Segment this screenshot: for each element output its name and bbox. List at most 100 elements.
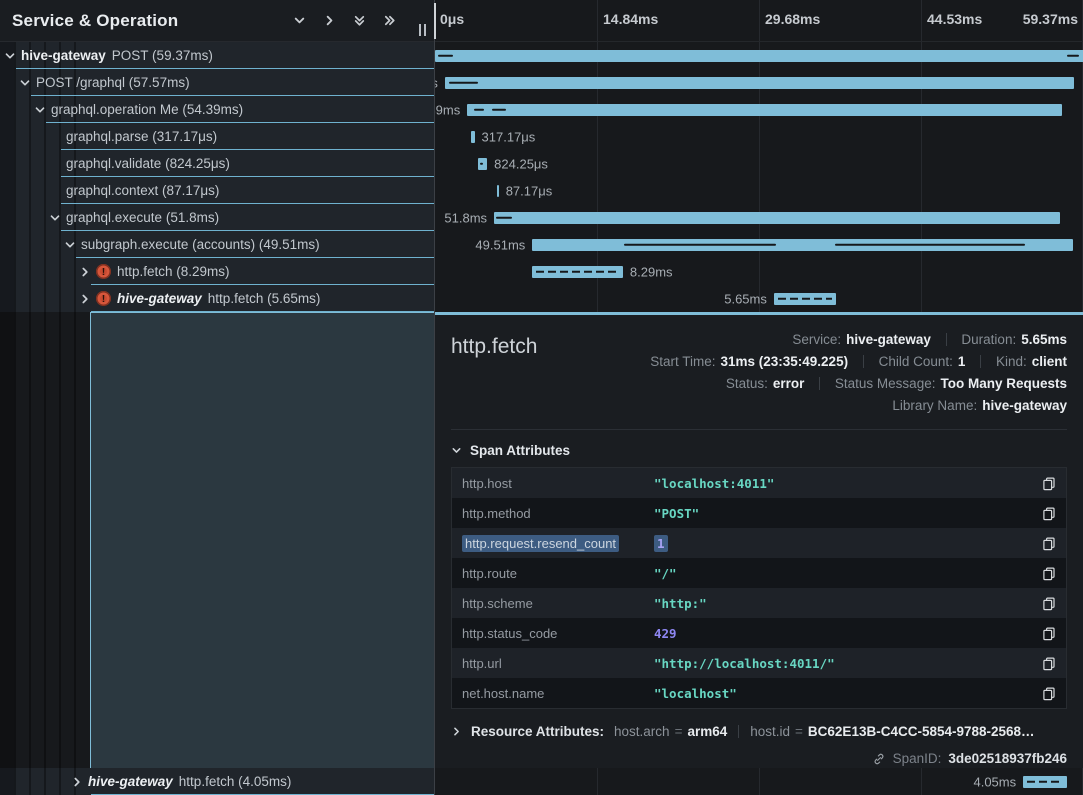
tree-row-selected[interactable]: ! hive-gateway http.fetch (5.65ms) bbox=[0, 285, 434, 312]
span-bar[interactable] bbox=[478, 158, 487, 170]
service-name: hive-gateway bbox=[21, 48, 106, 63]
panel-splitter[interactable] bbox=[434, 3, 436, 39]
timeline-row: 8.29ms bbox=[435, 258, 1083, 285]
meta-line: Service:hive-gateway Duration:5.65ms bbox=[537, 329, 1067, 351]
span-bar[interactable] bbox=[497, 185, 499, 197]
attribute-key: http.scheme bbox=[462, 596, 654, 611]
timeline-row bbox=[435, 42, 1083, 69]
copy-icon[interactable] bbox=[1041, 506, 1056, 521]
timeline-panel: 0μs 14.84ms 29.68ms 44.53ms 59.37ms 57.5… bbox=[434, 0, 1083, 795]
chevron-right-icon[interactable] bbox=[323, 14, 336, 27]
chevron-down-icon[interactable] bbox=[293, 14, 306, 27]
attributes-table: http.host "localhost:4011" http.method "… bbox=[451, 467, 1067, 709]
error-icon: ! bbox=[96, 264, 111, 279]
span-duration-label: 49.51ms bbox=[475, 237, 525, 252]
chevron-down-icon bbox=[451, 445, 462, 456]
tree-row[interactable]: ! http.fetch (8.29ms) bbox=[0, 258, 434, 285]
tree-row[interactable]: graphql.context (87.17μs) bbox=[0, 177, 434, 204]
copy-icon[interactable] bbox=[1041, 566, 1056, 581]
bar-gap-mark bbox=[449, 81, 478, 84]
span-detail-panel: http.fetch Service:hive-gateway Duration… bbox=[435, 312, 1083, 768]
equals-sign: = bbox=[675, 724, 683, 739]
meta-label: Child Count: bbox=[879, 354, 953, 369]
span-bar[interactable] bbox=[471, 131, 474, 143]
meta-label: Duration: bbox=[961, 332, 1016, 347]
attribute-key: http.host bbox=[462, 476, 654, 491]
span-id-label: SpanID: bbox=[893, 751, 942, 766]
resource-key: host.arch bbox=[614, 724, 670, 739]
double-chevron-right-icon[interactable] bbox=[383, 14, 396, 27]
tree-row[interactable]: subgraph.execute (accounts) (49.51ms) bbox=[0, 231, 434, 258]
chevron-right-icon[interactable] bbox=[79, 293, 91, 305]
tree-row[interactable]: hive-gateway POST (59.37ms) bbox=[0, 42, 434, 69]
panel-title: Service & Operation bbox=[12, 11, 293, 31]
selected-text: http.request.resend_count bbox=[462, 535, 619, 552]
copy-icon[interactable] bbox=[1041, 656, 1056, 671]
divider bbox=[738, 725, 739, 738]
trace-viewer: Service & Operation hive-gateway POST (5… bbox=[0, 0, 1083, 795]
chevron-down-icon[interactable] bbox=[49, 212, 61, 224]
span-metadata: Service:hive-gateway Duration:5.65ms Sta… bbox=[537, 329, 1067, 417]
attribute-key: http.route bbox=[462, 566, 654, 581]
timeline-tick: 44.53ms bbox=[927, 11, 982, 27]
tree-row[interactable]: graphql.execute (51.8ms) bbox=[0, 204, 434, 231]
divider bbox=[946, 333, 947, 346]
span-bar[interactable] bbox=[445, 77, 1074, 89]
span-bar[interactable] bbox=[435, 50, 1083, 62]
copy-icon[interactable] bbox=[1041, 476, 1056, 491]
chevron-down-icon[interactable] bbox=[64, 239, 76, 251]
span-attributes-section-header[interactable]: Span Attributes bbox=[435, 430, 1083, 467]
attribute-row: http.url "http://localhost:4011/" bbox=[452, 648, 1066, 678]
timeline-row: 317.17μs bbox=[435, 123, 1083, 150]
link-icon[interactable] bbox=[872, 752, 886, 766]
bar-gap-mark bbox=[492, 108, 506, 111]
attribute-row: net.host.name "localhost" bbox=[452, 678, 1066, 708]
divider bbox=[863, 355, 864, 368]
span-label: http.fetch (4.05ms) bbox=[179, 774, 292, 789]
timeline-row: 51.8ms bbox=[435, 204, 1083, 231]
meta-label: Service: bbox=[792, 332, 841, 347]
span-bar[interactable] bbox=[532, 266, 623, 278]
span-title: http.fetch bbox=[451, 329, 537, 417]
span-bar[interactable] bbox=[774, 293, 836, 305]
copy-icon[interactable] bbox=[1041, 596, 1056, 611]
timeline-tick: 59.37ms bbox=[1023, 11, 1078, 27]
timeline-row: 4.05ms bbox=[435, 768, 1083, 795]
chevron-down-icon[interactable] bbox=[19, 77, 31, 89]
panel-resize-handle[interactable] bbox=[419, 24, 426, 36]
chevron-down-icon[interactable] bbox=[4, 50, 16, 62]
attribute-value: "POST" bbox=[654, 506, 1041, 521]
timeline-row: 57.57ms bbox=[435, 69, 1083, 96]
copy-icon[interactable] bbox=[1041, 536, 1056, 551]
error-icon: ! bbox=[96, 291, 111, 306]
resource-attributes-row[interactable]: Resource Attributes: host.arch = arm64 h… bbox=[451, 724, 1067, 739]
meta-label: Start Time: bbox=[650, 354, 715, 369]
copy-icon[interactable] bbox=[1041, 686, 1056, 701]
chevron-right-icon[interactable] bbox=[71, 776, 83, 788]
span-id-row: SpanID: 3de02518937fb246 bbox=[451, 751, 1067, 766]
double-chevron-down-icon[interactable] bbox=[353, 14, 366, 27]
divider bbox=[980, 355, 981, 368]
tree-row[interactable]: graphql.parse (317.17μs) bbox=[0, 123, 434, 150]
span-bar[interactable] bbox=[1023, 776, 1067, 788]
attribute-value: "localhost" bbox=[654, 686, 1041, 701]
span-label: graphql.operation Me (54.39ms) bbox=[51, 102, 243, 117]
span-bar[interactable] bbox=[494, 212, 1060, 224]
attribute-row: http.status_code 429 bbox=[452, 618, 1066, 648]
timeline-tick: 29.68ms bbox=[765, 11, 820, 27]
span-bar[interactable] bbox=[532, 239, 1073, 251]
chevron-right-icon[interactable] bbox=[79, 266, 91, 278]
attribute-value: "/" bbox=[654, 566, 1041, 581]
tree-row[interactable]: graphql.operation Me (54.39ms) bbox=[0, 96, 434, 123]
span-duration-label: 5.65ms bbox=[724, 291, 767, 306]
copy-icon[interactable] bbox=[1041, 626, 1056, 641]
attribute-key: http.url bbox=[462, 656, 654, 671]
tree-row[interactable]: graphql.validate (824.25μs) bbox=[0, 150, 434, 177]
tree-row[interactable]: hive-gateway http.fetch (4.05ms) bbox=[0, 768, 434, 795]
attribute-value: 429 bbox=[654, 626, 1041, 641]
timeline-tick: 14.84ms bbox=[603, 11, 658, 27]
span-bar[interactable] bbox=[467, 104, 1062, 116]
tree-row[interactable]: POST /graphql (57.57ms) bbox=[0, 69, 434, 96]
chevron-down-icon[interactable] bbox=[34, 104, 46, 116]
meta-line: Start Time:31ms (23:35:49.225) Child Cou… bbox=[537, 351, 1067, 373]
